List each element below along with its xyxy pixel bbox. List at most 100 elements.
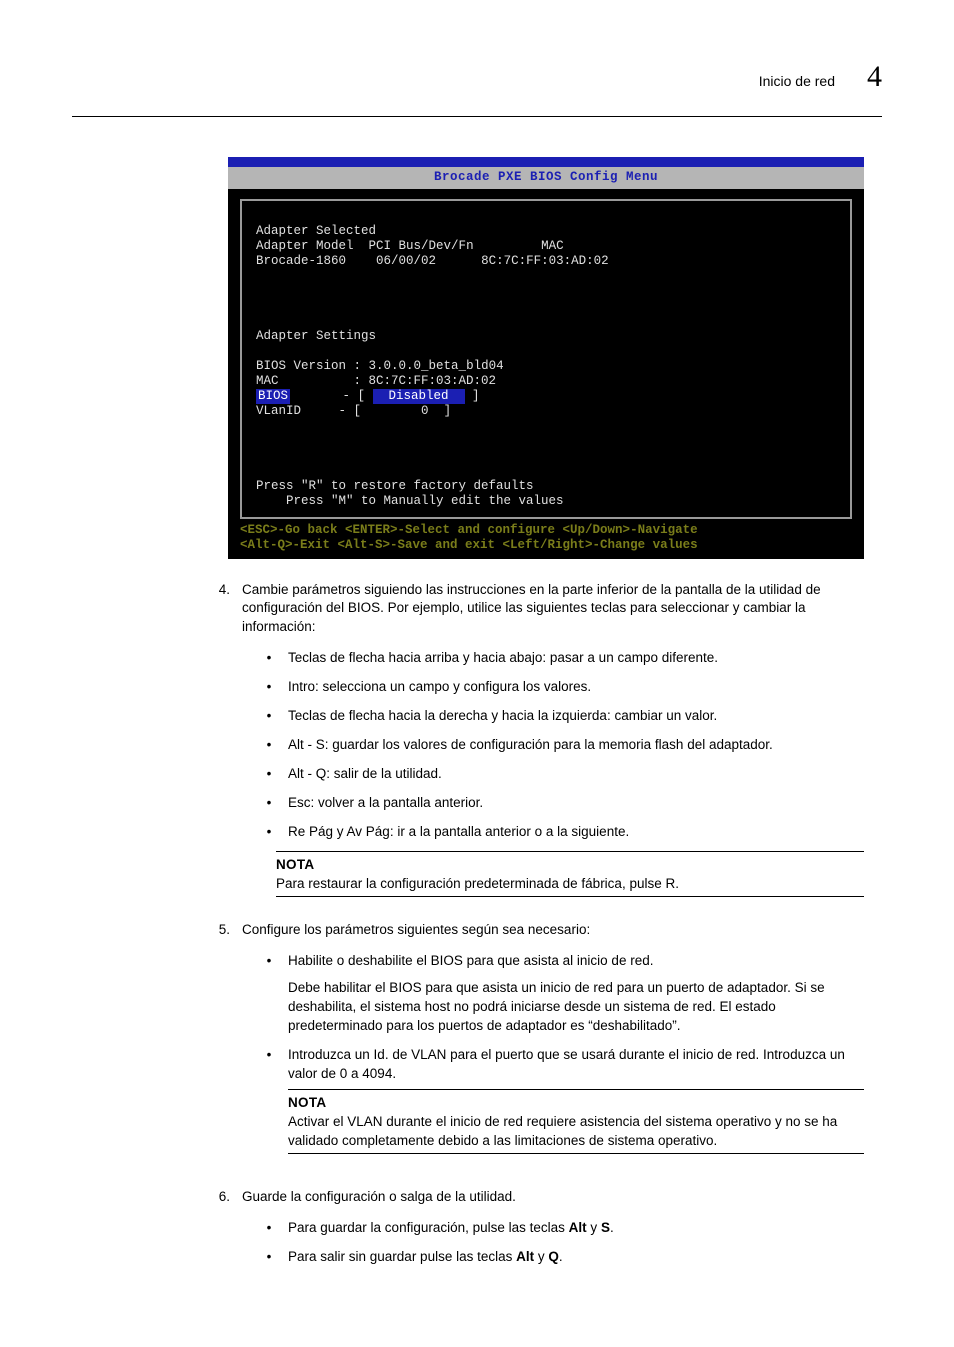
bullet-text: Esc: volver a la pantalla anterior. [288, 794, 864, 813]
bios-footer-line2: <Alt-Q>-Exit <Alt-S>-Save and exit <Left… [240, 538, 698, 552]
bullet-icon: • [262, 736, 276, 755]
text-frag: Para guardar la configuración, pulse las… [288, 1220, 569, 1235]
bios-adapter-selected: Adapter Selected [256, 224, 376, 238]
bullet-icon: • [262, 707, 276, 726]
step-5-bullets: • Habilite o deshabilite el BIOS para qu… [242, 952, 864, 1168]
bios-settings-hdr: Adapter Settings [256, 329, 376, 343]
key-label: Alt [569, 1220, 587, 1235]
list-item: • Teclas de flecha hacia arriba y hacia a… [242, 649, 864, 668]
step-5: 5. Configure los parámetros siguientes s… [72, 921, 882, 1178]
note-rule-bottom [276, 896, 864, 897]
key-label: S [601, 1220, 610, 1235]
bullet-icon: • [262, 678, 276, 697]
key-label: Q [548, 1249, 559, 1264]
bullet-text: Alt - S: guardar los valores de configur… [288, 736, 864, 755]
bullet-icon: • [262, 1248, 276, 1267]
bullet-text: Teclas de flecha hacia la derecha y haci… [288, 707, 864, 726]
step-6-number: 6. [212, 1188, 230, 1277]
bios-vlan-label: VLanID [256, 404, 301, 418]
bullet-text: Re Pág y Av Pág: ir a la pantalla anteri… [288, 823, 864, 842]
step-5-note: NOTA Activar el VLAN durante el inicio d… [288, 1089, 864, 1154]
bios-col-model: Adapter Model [256, 239, 354, 253]
list-item: • Habilite o deshabilite el BIOS para qu… [242, 952, 864, 1036]
bios-ver-label: BIOS Version : [256, 359, 361, 373]
bios-screenshot: Brocade PXE BIOS Config Menu Adapter Sel… [228, 157, 864, 559]
header-rule [72, 116, 882, 117]
bios-mac-val: 8C:7C:FF:03:AD:02 [369, 374, 497, 388]
note-rule-top [288, 1089, 864, 1090]
step-5-body: Configure los parámetros siguientes segú… [242, 921, 864, 1178]
bios-body: Adapter Selected Adapter Model PCI Bus/D… [228, 189, 864, 559]
bullet-icon: • [262, 823, 276, 842]
section-title: Inicio de red [759, 72, 835, 92]
bullet-text: Intro: selecciona un campo y configura l… [288, 678, 864, 697]
text-frag: Para salir sin guardar pulse las teclas [288, 1249, 516, 1264]
chapter-number: 4 [867, 56, 882, 98]
bullet-icon: • [262, 649, 276, 668]
step-4-number: 4. [212, 581, 230, 912]
bios-mac-label: MAC [256, 374, 279, 388]
bullet-body: Para guardar la configuración, pulse las… [288, 1219, 864, 1238]
bios-top-bar [228, 157, 864, 167]
bios-frame: Adapter Selected Adapter Model PCI Bus/D… [240, 199, 852, 519]
bullet-sub-para: Debe habilitar el BIOS para que asista u… [288, 979, 864, 1036]
bios-hint-r: Press "R" to restore factory defaults [256, 479, 534, 493]
note-body: Para restaurar la configuración predeter… [276, 875, 864, 894]
bullet-text: Alt - Q: salir de la utilidad. [288, 765, 864, 784]
step-6-bullets: • Para guardar la configuración, pulse l… [242, 1219, 864, 1267]
numbered-steps: 4. Cambie parámetros siguiendo las instr… [72, 581, 882, 1277]
bullet-text: Habilite o deshabilite el BIOS para que … [288, 953, 653, 968]
text-frag: . [610, 1220, 614, 1235]
step-6: 6. Guarde la configuración o salga de la… [72, 1188, 882, 1277]
note-rule-top [276, 851, 864, 852]
text-frag: y [587, 1220, 601, 1235]
page-header: Inicio de red 4 [72, 56, 882, 98]
list-item: • Esc: volver a la pantalla anterior. [242, 794, 864, 813]
bullet-text: Teclas de flecha hacia arriba y hacia ab… [288, 649, 864, 668]
bios-row-mac: 8C:7C:FF:03:AD:02 [481, 254, 609, 268]
bios-bios-val: Disabled [373, 389, 465, 404]
list-item: • Re Pág y Av Pág: ir a la pantalla anter… [242, 823, 864, 842]
list-item: • Alt - S: guardar los valores de configu… [242, 736, 864, 755]
key-label: Alt [516, 1249, 534, 1264]
bullet-text: Introduzca un Id. de VLAN para el puerto… [288, 1047, 845, 1081]
note-heading: NOTA [276, 856, 864, 875]
step-4-bullets: • Teclas de flecha hacia arriba y hacia a… [242, 649, 864, 841]
list-item: • Alt - Q: salir de la utilidad. [242, 765, 864, 784]
bios-footer: <ESC>-Go back <ENTER>-Select and configu… [240, 519, 852, 553]
bullet-body: Para salir sin guardar pulse las teclas … [288, 1248, 864, 1267]
step-5-number: 5. [212, 921, 230, 1178]
bios-footer-line1: <ESC>-Go back <ENTER>-Select and configu… [240, 523, 698, 537]
step-4-intro: Cambie parámetros siguiendo las instrucc… [242, 582, 821, 635]
step-4-body: Cambie parámetros siguiendo las instrucc… [242, 581, 864, 912]
step-5-intro: Configure los parámetros siguientes segú… [242, 922, 590, 937]
bullet-body: Habilite o deshabilite el BIOS para que … [288, 952, 864, 1036]
bios-ver: 3.0.0.0_beta_bld04 [369, 359, 504, 373]
list-item: • Para salir sin guardar pulse las tecla… [242, 1248, 864, 1267]
bios-col-mac: MAC [541, 239, 564, 253]
bios-title: Brocade PXE BIOS Config Menu [228, 167, 864, 189]
bullet-icon: • [262, 952, 276, 1036]
bios-row-pci: 06/00/02 [376, 254, 436, 268]
bullet-icon: • [262, 794, 276, 813]
step-6-body: Guarde la configuración o salga de la ut… [242, 1188, 864, 1277]
step-4-note: NOTA Para restaurar la configuración pre… [276, 851, 864, 897]
bullet-icon: • [262, 1219, 276, 1238]
text-frag: . [559, 1249, 563, 1264]
bullet-icon: • [262, 1046, 276, 1168]
note-body: Activar el VLAN durante el inicio de red… [288, 1113, 864, 1151]
note-rule-bottom [288, 1153, 864, 1154]
note-heading: NOTA [288, 1094, 864, 1113]
list-item: • Para guardar la configuración, pulse l… [242, 1219, 864, 1238]
bios-col-pci: PCI Bus/Dev/Fn [369, 239, 474, 253]
text-frag: y [534, 1249, 548, 1264]
bios-vlan-val: 0 [421, 404, 429, 418]
list-item: • Teclas de flecha hacia la derecha y hac… [242, 707, 864, 726]
step-6-intro: Guarde la configuración o salga de la ut… [242, 1189, 516, 1204]
bullet-body: Introduzca un Id. de VLAN para el puerto… [288, 1046, 864, 1168]
step-4: 4. Cambie parámetros siguiendo las instr… [72, 581, 882, 912]
bios-hint-m: Press "M" to Manually edit the values [286, 494, 564, 508]
list-item: • Intro: selecciona un campo y configura … [242, 678, 864, 697]
list-item: • Introduzca un Id. de VLAN para el puer… [242, 1046, 864, 1168]
bullet-icon: • [262, 765, 276, 784]
